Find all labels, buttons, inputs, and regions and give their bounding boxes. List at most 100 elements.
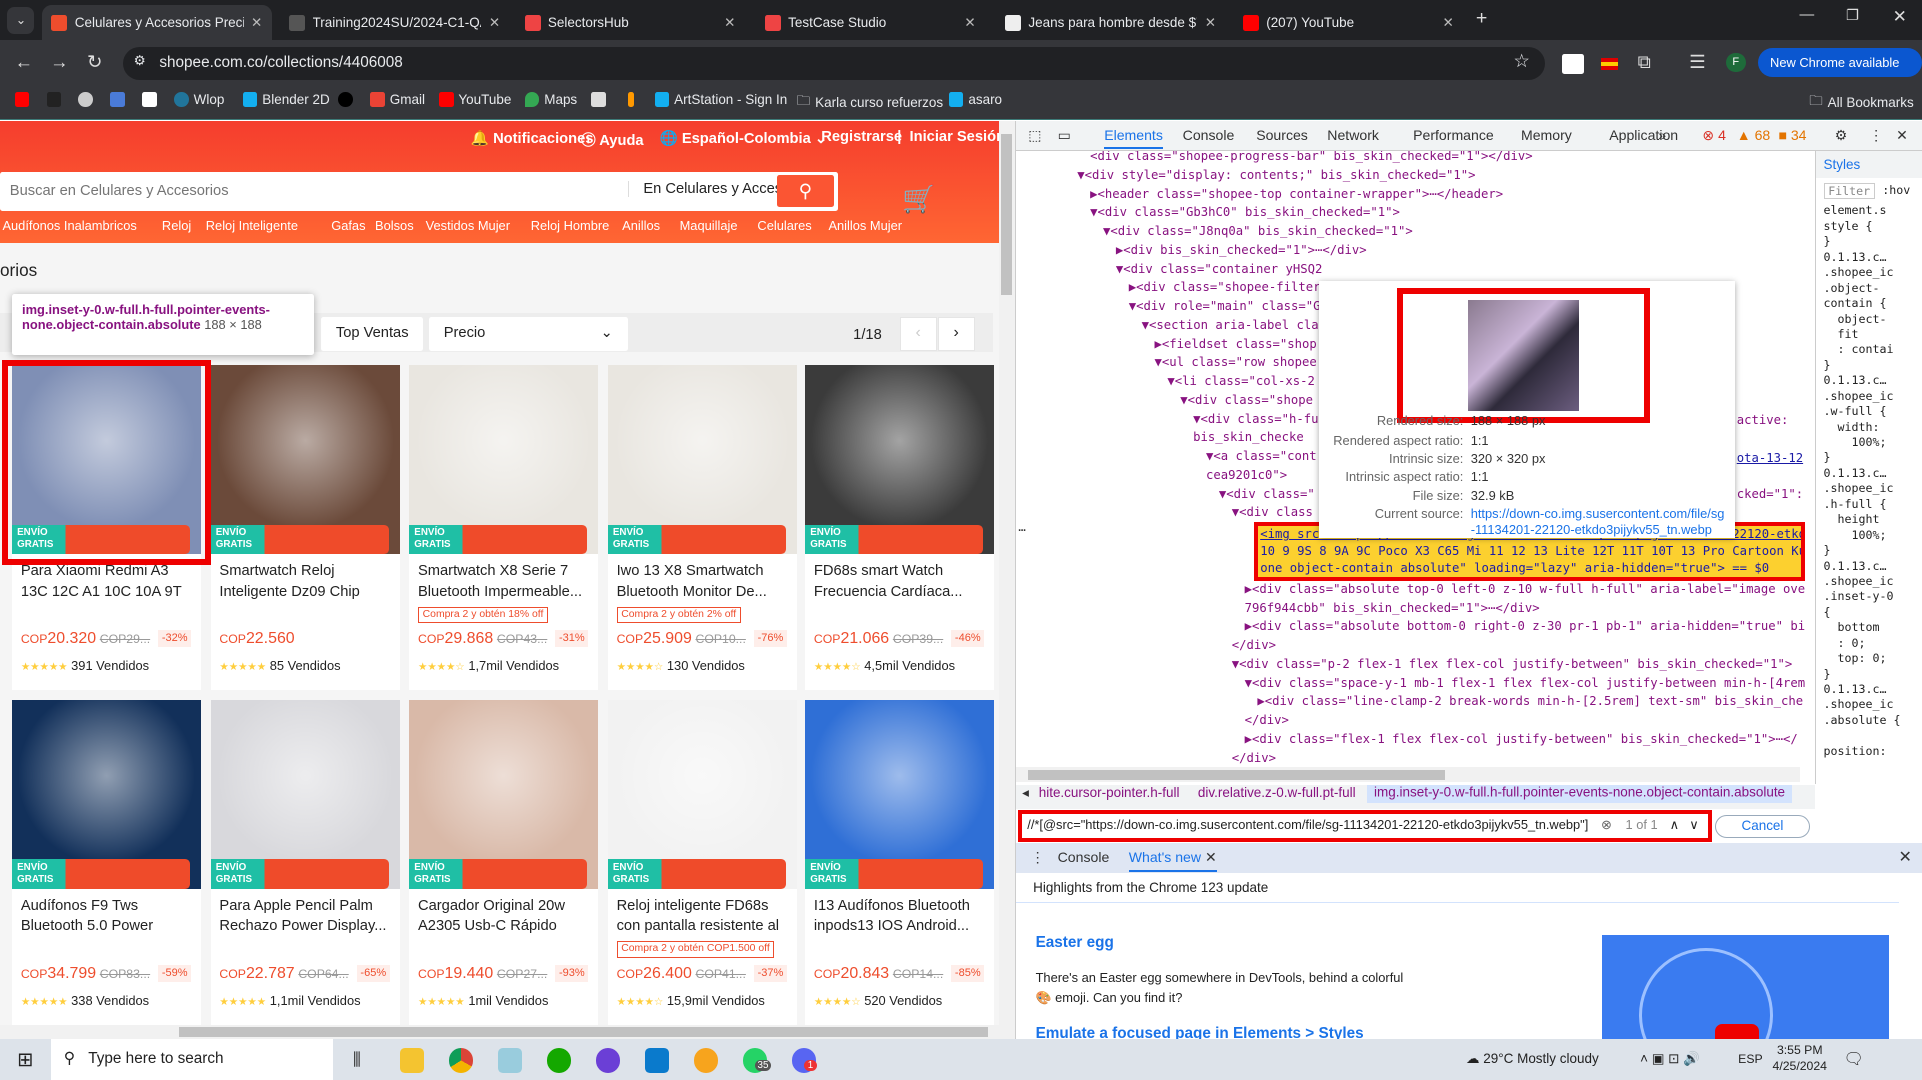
prev-page-button[interactable]: ‹	[899, 317, 937, 351]
category-link[interactable]: Audífonos Inalambricos	[2, 218, 136, 233]
extension-icon[interactable]	[1561, 53, 1584, 74]
browser-tab[interactable]: Training2024SU/2024-C1-QA-A ✕	[279, 5, 509, 41]
product-image[interactable]: ENVÍO GRATIS	[805, 365, 995, 555]
flag-extension-icon[interactable]	[1600, 57, 1619, 70]
product-name[interactable]: Smartwatch Reloj Inteligente Dz09 Chip D…	[219, 561, 393, 603]
dom-node-line[interactable]: ▶<div class="absolute bottom-0 right-0 z…	[1245, 617, 1806, 635]
dark-bookmark-icon[interactable]	[338, 91, 354, 107]
product-card[interactable]: ENVÍO GRATIS Audífonos F9 Tws Bluetooth 5.…	[12, 699, 202, 1025]
language-selector[interactable]: 🌐 Español-Colombia ⌄	[659, 129, 827, 147]
elements-scrollbar[interactable]	[1015, 767, 1801, 783]
taskbar-search[interactable]: ⚲ Type here to search	[51, 1039, 334, 1080]
dom-node-line[interactable]: ▶<div class="absolute top-0 left-0 z-10 …	[1245, 580, 1806, 598]
bookmark-star-icon[interactable]: ☆	[1513, 50, 1529, 72]
product-image[interactable]: ENVÍO GRATIS	[210, 699, 400, 889]
upwork-icon[interactable]	[546, 1048, 572, 1073]
bookmark-maps[interactable]: Maps	[524, 92, 577, 107]
login-link[interactable]: Iniciar Sesión	[910, 129, 999, 145]
notifications-link[interactable]: 🔔 Notificaciones	[471, 129, 594, 147]
webex-icon[interactable]	[595, 1048, 621, 1073]
more-options-icon[interactable]: ⋮	[1869, 127, 1883, 144]
warnings-count[interactable]: ▲ 68	[1737, 127, 1771, 143]
dom-node-line[interactable]: ▶<div class="shopee-filter	[1129, 278, 1321, 296]
chrome-icon[interactable]	[448, 1048, 474, 1073]
dom-node-line[interactable]: ▼<li class="col-xs-2	[1167, 372, 1315, 390]
close-tab-icon[interactable]: ✕	[724, 15, 735, 31]
category-link[interactable]: Anillos	[622, 218, 660, 233]
vscode-icon[interactable]	[644, 1048, 670, 1073]
blank-bookmark-icon[interactable]	[142, 91, 157, 107]
dom-node-line[interactable]: ▼<div role="main" class="G	[1129, 297, 1321, 315]
close-tab-icon[interactable]: ✕	[489, 15, 500, 31]
product-card[interactable]: ENVÍO GRATIS Smartwatch X8 Serie 7 Bluetoo…	[409, 365, 599, 691]
category-link[interactable]: Anillos Mujer	[828, 218, 902, 233]
product-card[interactable]: ENVÍO GRATIS Reloj inteligente FD68s con p…	[607, 699, 797, 1025]
dom-node-line[interactable]: ▼<div class="p-2 flex-1 flex flex-col ju…	[1232, 655, 1793, 673]
dom-node-line[interactable]: ▼<div style="display: contents;" bis_ski…	[1077, 166, 1475, 184]
close-drawer-icon[interactable]: ✕	[1899, 847, 1912, 867]
browser-tab[interactable]: Jeans para hombre desde $79.9 ✕	[995, 5, 1225, 41]
product-image[interactable]: ENVÍO GRATIS	[607, 699, 797, 889]
system-tray-icons[interactable]: ˄ ▣ ⊡ 🔊	[1640, 1051, 1700, 1067]
input-language[interactable]: ESP	[1738, 1052, 1763, 1066]
styles-filter-input[interactable]: Filter	[1823, 182, 1875, 199]
product-image[interactable]: ENVÍO GRATIS	[805, 699, 995, 889]
browser-tab[interactable]: (207) YouTube ✕	[1233, 5, 1463, 41]
product-name[interactable]: Smartwatch X8 Serie 7 Bluetooth Impermea…	[418, 561, 592, 603]
product-name[interactable]: Reloj inteligente FD68s con pantalla res…	[617, 896, 791, 938]
bookmark-artstation[interactable]: ArtStation - Sign In	[654, 92, 787, 107]
devtools-tab-elements[interactable]: Elements	[1104, 127, 1163, 150]
bookmark-asaro[interactable]: asaro	[948, 92, 1002, 107]
product-card[interactable]: ENVÍO GRATIS Iwo 13 X8 Smartwatch Bluetoot…	[607, 365, 797, 691]
dom-node-line[interactable]: ▶<fieldset class="shop	[1154, 335, 1316, 353]
xpath-search-input[interactable]: //*[@src="https://down-co.img.suserconte…	[1018, 810, 1713, 843]
globe-bookmark-icon[interactable]	[78, 91, 94, 107]
dom-node-line[interactable]: ▼<div class="Gb3hC0" bis_skin_checked="1…	[1090, 203, 1400, 221]
close-tab-icon[interactable]: ✕	[1205, 15, 1216, 31]
search-input[interactable]	[9, 171, 617, 211]
help-link[interactable]: ⓘ Ayuda	[581, 129, 644, 150]
dom-node-line[interactable]: </div>	[1232, 636, 1276, 654]
dom-node-line[interactable]: ▶<div class="flex-1 flex flex-col justif…	[1245, 730, 1798, 748]
easter-egg-heading[interactable]: Easter egg	[1036, 934, 1114, 952]
search-button[interactable]: ⚲	[777, 175, 834, 208]
bookmark-wlop[interactable]: Wlop	[174, 92, 224, 107]
close-tab-icon[interactable]: ✕	[1205, 849, 1217, 865]
dom-node-line[interactable]: 796f944cbb" bis_skin_checked="1">⋯</div>	[1245, 599, 1540, 617]
sort-top-sales-button[interactable]: Top Ventas	[321, 317, 424, 351]
close-tab-icon[interactable]: ✕	[251, 15, 262, 31]
product-image[interactable]: ENVÍO GRATIS	[210, 365, 400, 555]
browser-tab[interactable]: TestCase Studio ✕	[755, 5, 985, 41]
weather-widget[interactable]: ☁ 29°C Mostly cloudy	[1466, 1051, 1599, 1067]
breadcrumb-item-selected[interactable]: img.inset-y-0.w-full.h-full.pointer-even…	[1366, 784, 1793, 804]
drawer-tab-whats-new[interactable]: What's new ✕	[1128, 849, 1217, 873]
previous-match-button[interactable]: ∧	[1669, 814, 1690, 837]
drawer-menu-icon[interactable]: ⋮	[1031, 849, 1045, 866]
app-icon[interactable]	[693, 1048, 719, 1073]
dom-node-line[interactable]: </div>	[1232, 749, 1276, 767]
close-window-button[interactable]: ✕	[1893, 6, 1907, 27]
calendar-bookmark-icon[interactable]	[110, 91, 126, 107]
runner-bookmark-icon[interactable]	[46, 91, 62, 107]
dom-node-line[interactable]: ▼<div class="J8nq0a" bis_skin_checked="1…	[1103, 222, 1413, 240]
dom-node-line[interactable]: ▼<div class="h-fu	[1193, 410, 1318, 428]
profile-avatar[interactable]: F	[1725, 52, 1746, 73]
dom-node-line[interactable]: ▼<ul class="row shopee	[1154, 353, 1316, 371]
close-devtools-icon[interactable]: ✕	[1896, 127, 1908, 144]
category-link[interactable]: Reloj Hombre	[531, 218, 610, 233]
product-name[interactable]: Cargador Original 20w A2305 Usb-C Rápido…	[418, 896, 592, 938]
errors-count[interactable]: ⊗ 4	[1702, 127, 1726, 144]
emulate-focused-heading[interactable]: Emulate a focused page in Elements > Sty…	[1036, 1025, 1364, 1040]
dom-node-line[interactable]: </div>	[1245, 711, 1289, 729]
clock[interactable]: 3:55 PM 4/25/2024	[1773, 1043, 1828, 1075]
page-vertical-scrollbar[interactable]	[999, 121, 1015, 1025]
breadcrumb-item[interactable]: hite.cursor-pointer.h-full	[1039, 785, 1180, 800]
category-link[interactable]: Maquillaje	[680, 218, 738, 233]
dom-node-line[interactable]: cea9201c0">	[1206, 466, 1287, 484]
devtools-tab-console[interactable]: Console	[1183, 127, 1235, 143]
clear-search-icon[interactable]: ⊗	[1601, 814, 1612, 836]
product-name[interactable]: Iwo 13 X8 Smartwatch Bluetooth Monitor D…	[617, 561, 791, 603]
dom-node-line[interactable]: <div class="shopee-progress-bar" bis_ski…	[1090, 151, 1533, 166]
inspect-element-icon[interactable]: ⬚	[1028, 127, 1041, 144]
extensions-puzzle-icon[interactable]: ⧉	[1638, 51, 1651, 73]
